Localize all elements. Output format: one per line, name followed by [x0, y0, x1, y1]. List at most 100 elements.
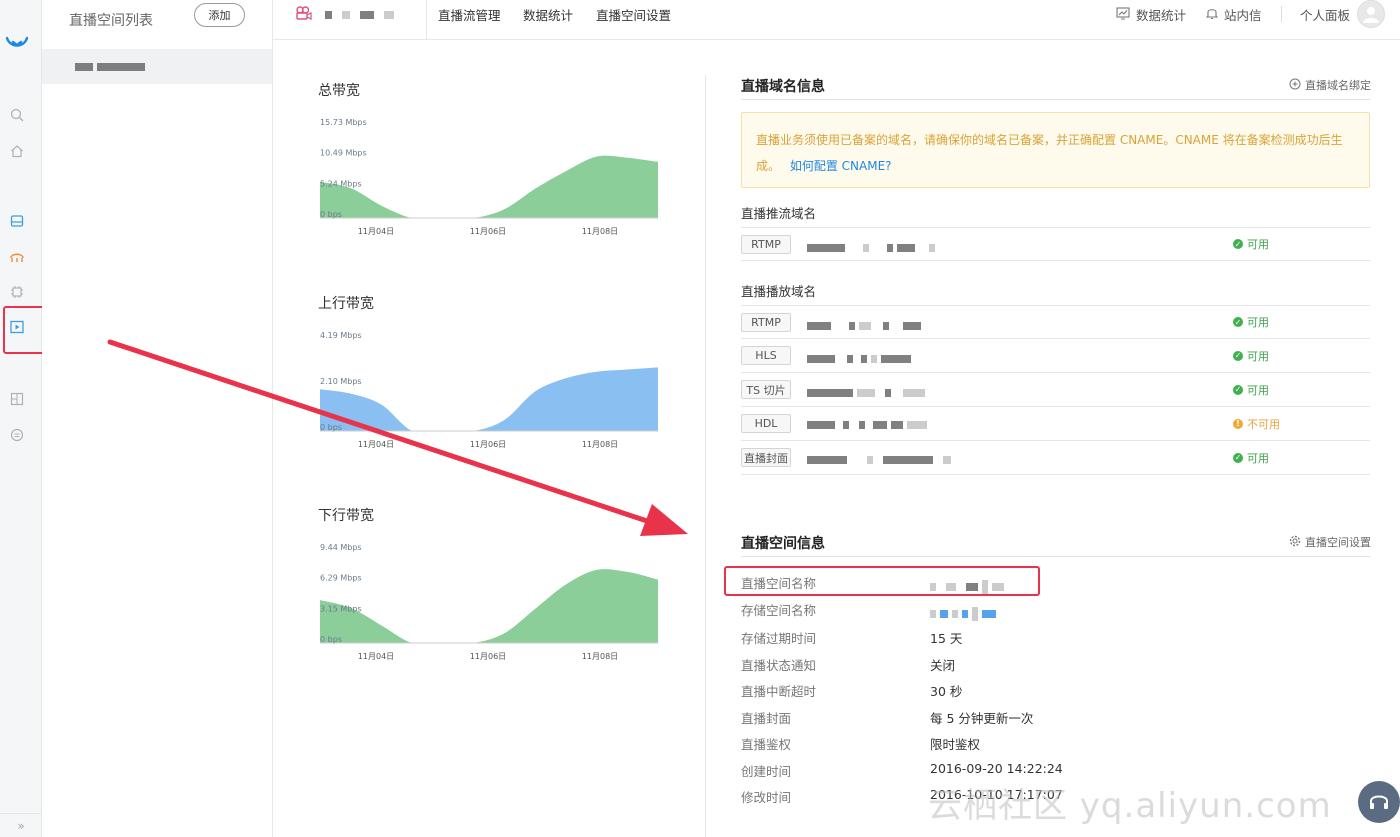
- y-tick-label: 3.15 Mbps: [320, 604, 362, 613]
- bell-icon: [1205, 6, 1219, 23]
- cdn-icon[interactable]: [8, 248, 26, 266]
- y-tick-label: 0 bps: [320, 423, 342, 432]
- status-badge: ✓ 可用: [1233, 383, 1269, 397]
- total-bandwidth-chart: 总带宽 15.73 Mbps 10.49 Mbps 5.24 Mbps 0 bps 11…: [318, 80, 660, 240]
- nav-data-statistics[interactable]: 数据统计: [523, 5, 573, 24]
- play-domain-row: RTMP ✓ 可用: [741, 305, 1370, 339]
- bind-domain-button[interactable]: 直播域名绑定: [1289, 77, 1371, 93]
- cname-notice: 直播业务须使用已备案的域名，请确保你的域名已备案，并正确配置 CNAME。CNA…: [741, 112, 1370, 188]
- y-tick-label: 0 bps: [320, 210, 342, 219]
- y-tick-label: 9.44 Mbps: [320, 543, 362, 552]
- list-icon[interactable]: [8, 426, 26, 444]
- play-domain-row: TS 切片 ✓ 可用: [741, 373, 1370, 407]
- x-tick-label: 11月08日: [582, 227, 618, 236]
- y-tick-label: 5.24 Mbps: [320, 179, 362, 188]
- x-tick-label: 11月04日: [358, 440, 394, 449]
- push-domain-row: RTMP ✓ 可用: [741, 227, 1370, 261]
- top-stats-label: 数据统计: [1136, 8, 1187, 23]
- nav-space-settings[interactable]: 直播空间设置: [596, 5, 671, 24]
- info-row: 存储过期时间 15 天: [741, 631, 963, 646]
- y-tick-label: 15.73 Mbps: [320, 118, 367, 127]
- y-tick-label: 2.10 Mbps: [320, 377, 362, 386]
- messages-link[interactable]: 站内信: [1205, 5, 1262, 24]
- bind-domain-label: 直播域名绑定: [1305, 79, 1371, 92]
- space-settings-button[interactable]: 直播空间设置: [1289, 534, 1371, 550]
- status-badge: ! 不可用: [1233, 416, 1280, 432]
- check-icon: ✓: [1233, 239, 1243, 249]
- add-space-button[interactable]: 添加: [194, 3, 245, 27]
- user-icon: [1363, 7, 1379, 23]
- area-series: [320, 569, 658, 643]
- status-badge: ✓ 可用: [1233, 238, 1269, 251]
- protocol-tag: RTMP: [741, 234, 791, 254]
- upstream-bandwidth-chart: 上行带宽 4.19 Mbps 2.10 Mbps 0 bps 11月04日 11月06日…: [318, 293, 660, 453]
- gear-icon: [1289, 535, 1301, 550]
- protocol-tag: HDL: [741, 414, 791, 433]
- push-domain-title: 直播推流域名: [741, 206, 817, 221]
- top-stats-link[interactable]: 数据统计: [1116, 5, 1186, 24]
- x-tick-label: 11月04日: [358, 652, 394, 661]
- help-button[interactable]: [1358, 781, 1400, 823]
- play-domain-row: HLS ✓ 可用: [741, 339, 1370, 373]
- logo-icon[interactable]: [6, 34, 28, 52]
- icon-rail: »: [0, 0, 42, 837]
- watermark: 云栖社区 yq.aliyun.com: [928, 786, 1332, 826]
- space-list-title: 直播空间列表: [69, 13, 153, 29]
- chart-svg: 15.73 Mbps 10.49 Mbps 5.24 Mbps 0 bps 11月04日…: [320, 118, 658, 236]
- warning-icon: !: [1233, 418, 1243, 429]
- expand-rail-button[interactable]: »: [0, 813, 42, 837]
- info-row: 直播封面每 5 分钟更新一次: [741, 711, 1034, 726]
- area-series: [320, 367, 658, 431]
- current-space[interactable]: [295, 6, 398, 23]
- x-tick-label: 11月06日: [470, 227, 506, 236]
- space-info-title: 直播空间信息: [741, 536, 825, 552]
- x-tick-label: 11月06日: [470, 652, 506, 661]
- play-domain-row: 直播封面 ✓ 可用: [741, 441, 1370, 475]
- protocol-tag: RTMP: [741, 312, 791, 332]
- info-row: 直播状态通知 关闭: [741, 658, 956, 673]
- info-row: 直播中断超时 30 秒: [741, 684, 963, 699]
- app-root: » 直播空间列表 添加 直播流管理 数据统计 直播空间设置 数据统计 站内信 个…: [0, 0, 1400, 837]
- chip-icon[interactable]: [8, 283, 26, 301]
- x-tick-label: 11月06日: [470, 440, 506, 449]
- cname-help-link[interactable]: 如何配置 CNAME?: [790, 159, 892, 173]
- chart-svg: 4.19 Mbps 2.10 Mbps 0 bps 11月04日 11月06日 11月08…: [320, 331, 658, 449]
- domain-info-title: 直播域名信息: [741, 79, 825, 95]
- x-tick-label: 11月08日: [582, 652, 618, 661]
- downstream-bandwidth-chart: 下行带宽 9.44 Mbps 6.29 Mbps 3.15 Mbps 0 bps 11月…: [318, 505, 660, 665]
- home-icon[interactable]: [8, 142, 26, 160]
- storage-icon[interactable]: [8, 212, 26, 230]
- chart-icon: [1116, 6, 1130, 23]
- headset-icon: [1370, 795, 1388, 809]
- area-series: [320, 155, 658, 218]
- space-list-panel: 直播空间列表 添加: [42, 0, 273, 837]
- chart-title: 下行带宽: [318, 508, 374, 524]
- space-settings-label: 直播空间设置: [1305, 536, 1371, 549]
- check-icon: ✓: [1233, 350, 1243, 361]
- highlight-space-name: [724, 566, 1040, 596]
- status-badge: ✓ 可用: [1233, 316, 1269, 329]
- chart-svg: 9.44 Mbps 6.29 Mbps 3.15 Mbps 0 bps 11月04日 11…: [320, 543, 658, 661]
- protocol-tag: TS 切片: [741, 380, 791, 399]
- avatar[interactable]: [1357, 0, 1385, 28]
- info-row: 直播鉴权 限时鉴权: [741, 737, 981, 752]
- y-tick-label: 0 bps: [320, 635, 342, 644]
- protocol-tag: 直播封面: [741, 448, 791, 467]
- image-icon[interactable]: [8, 390, 26, 408]
- plus-circle-icon: [1289, 78, 1301, 93]
- check-icon: ✓: [1233, 317, 1243, 327]
- info-row-storage-name: 存储空间名称: [741, 600, 1141, 621]
- status-badge: ✓ 可用: [1233, 451, 1269, 465]
- y-tick-label: 6.29 Mbps: [320, 574, 362, 583]
- search-icon[interactable]: [8, 106, 26, 124]
- chart-title: 上行带宽: [318, 296, 374, 312]
- nav-stream-management[interactable]: 直播流管理: [438, 5, 501, 24]
- chart-title: 总带宽: [318, 83, 360, 99]
- personal-panel-link[interactable]: 个人面板: [1300, 5, 1350, 24]
- play-domain-title: 直播播放域名: [741, 284, 817, 299]
- check-icon: ✓: [1233, 452, 1243, 463]
- space-list-item[interactable]: [42, 49, 272, 84]
- status-badge: ✓ 可用: [1233, 349, 1269, 363]
- column-divider: [705, 75, 706, 837]
- top-nav: 直播流管理 数据统计 直播空间设置 数据统计 站内信 个人面板: [273, 0, 1400, 40]
